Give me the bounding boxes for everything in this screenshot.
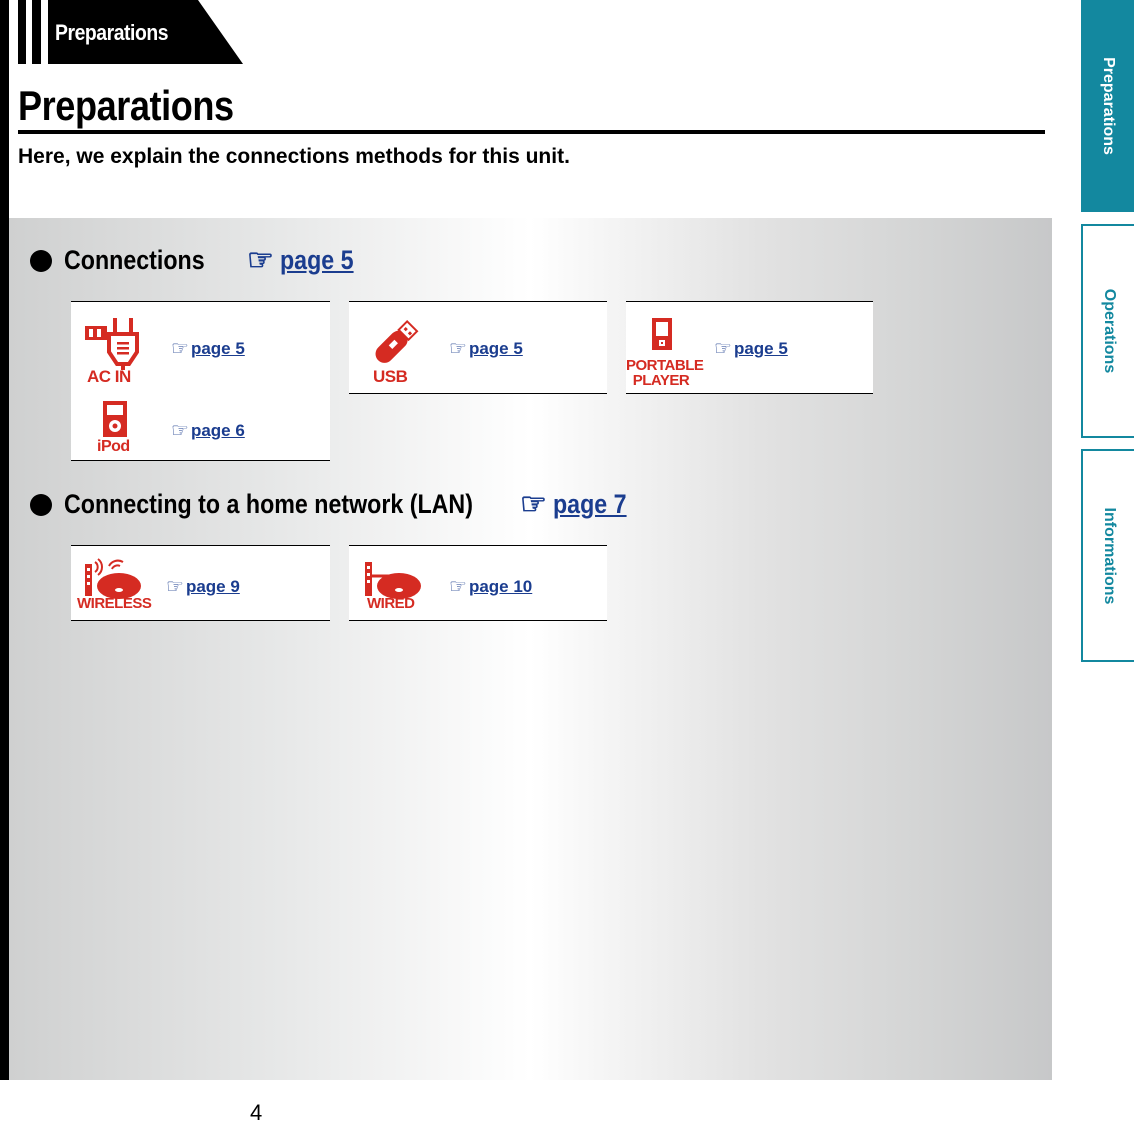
portable-player-icon: PORTABLE PLAYER [626,308,706,389]
bullet-icon [30,249,52,272]
page-title: Preparations [18,82,234,129]
usb-page-link[interactable]: page 5 [469,339,523,359]
wireless-page-link[interactable]: page 9 [186,577,240,597]
wireless-cell: WIRELESS ☞ page 9 [71,545,330,621]
reference-hand-icon: ☞ [247,244,274,277]
section-title: Connecting to a home network (LAN) [64,489,473,519]
lan-page-link[interactable]: page 7 [553,489,627,520]
page-number: 4 [250,1100,263,1125]
title-divider [18,130,1045,134]
icon-caption: USB [373,367,408,386]
reference-hand-icon: ☞ [449,338,467,360]
ac-in-page-link[interactable]: page 5 [191,339,245,359]
connections-page-link[interactable]: page 5 [280,245,354,276]
side-tab-label: Preparations [1099,57,1117,155]
side-tab-informations[interactable]: Informations [1081,449,1134,662]
bullet-icon [30,493,52,516]
reference-hand-icon: ☞ [171,338,189,360]
icon-caption: WIRED [367,595,415,612]
section-tab-label: Preparations [55,20,169,45]
icon-caption: WIRELESS [77,595,152,612]
section-lan-heading: Connecting to a home network (LAN) ☞ pag… [30,487,638,522]
page-subtitle: Here, we explain the connections methods… [18,145,570,168]
icon-caption: AC IN [87,367,131,386]
ipod-page-link[interactable]: page 6 [191,421,245,441]
ipod-cell: iPod ☞ page 6 [71,393,330,461]
header-stripe [32,0,41,64]
ac-in-plug-icon: AC IN [77,308,157,386]
reference-hand-icon: ☞ [449,576,467,598]
wired-router-icon: WIRED [355,550,435,628]
section-title: Connections [64,245,205,275]
reference-hand-icon: ☞ [520,488,547,521]
section-connections-heading: Connections ☞ page 5 [30,243,365,278]
usb-stick-icon: USB [355,308,435,386]
reference-hand-icon: ☞ [714,338,732,360]
reference-hand-icon: ☞ [166,576,184,598]
ipod-icon: iPod [77,395,157,473]
icon-caption: PORTABLE PLAYER [626,357,704,389]
portable-player-cell: PORTABLE PLAYER ☞ page 5 [626,301,873,394]
side-tab-label: Informations [1100,507,1118,604]
ac-in-cell: AC IN ☞ page 5 [71,301,330,394]
wired-page-link[interactable]: page 10 [469,577,532,597]
reference-hand-icon: ☞ [171,420,189,442]
side-tab-operations[interactable]: Operations [1081,224,1134,438]
icon-caption: iPod [97,438,130,455]
usb-cell: USB ☞ page 5 [349,301,607,394]
left-margin-bar [0,0,9,1080]
wired-cell: WIRED ☞ page 10 [349,545,607,621]
wireless-router-icon: WIRELESS [77,550,157,628]
portable-player-page-link[interactable]: page 5 [734,339,788,359]
side-tab-preparations[interactable]: Preparations [1081,0,1134,212]
header-stripe [18,0,26,64]
side-tab-label: Operations [1100,288,1118,374]
